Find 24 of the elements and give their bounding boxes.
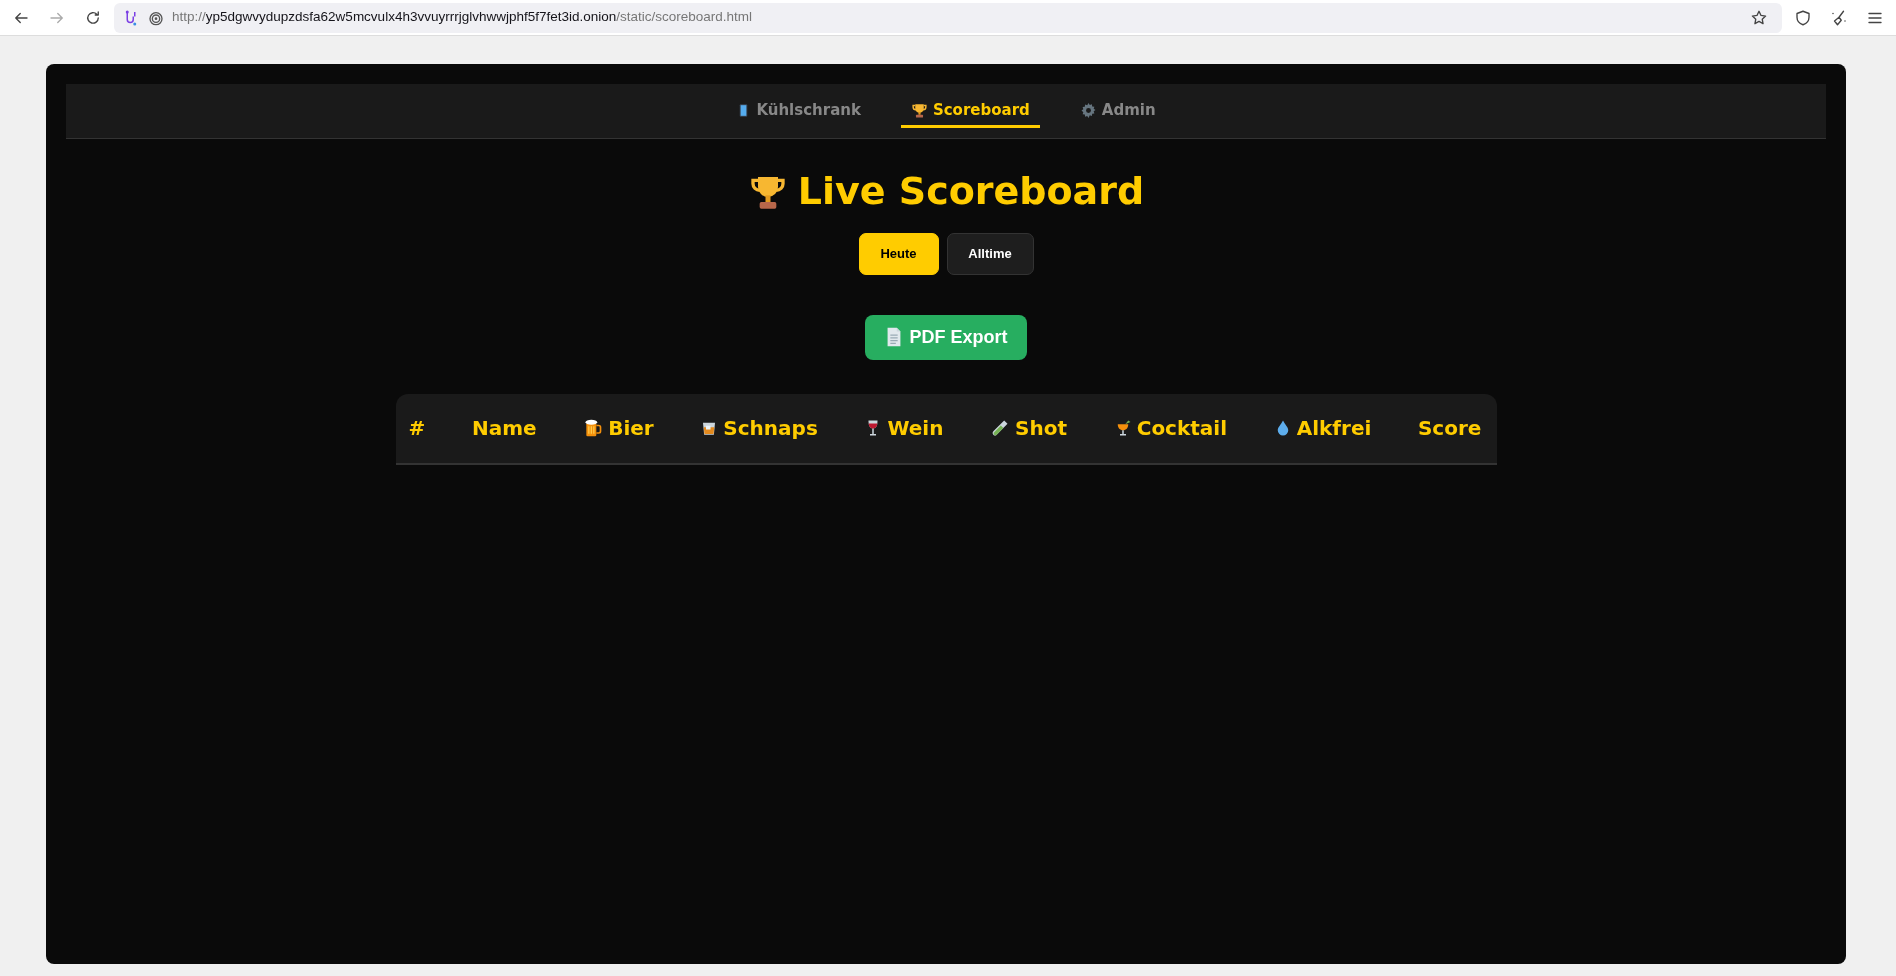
gear-icon: [1079, 101, 1097, 119]
nav-tab[interactable]: Scoreboard: [900, 95, 1040, 128]
column-header: #: [408, 415, 426, 443]
broom-icon: [1830, 8, 1848, 27]
column-header: Score: [1417, 415, 1482, 443]
reload-icon: [84, 8, 102, 27]
column-header: Shot: [1015, 415, 1068, 443]
onion-icon: [148, 9, 164, 26]
nav-tab[interactable]: Kühlschrank: [726, 95, 871, 128]
period-button[interactable]: Heute: [858, 232, 939, 275]
column-header: Name: [471, 415, 537, 443]
url-text: http://yp5dgwvydupzdsfa62w5mcvulx4h3vvuyrrrjglvhwwjphf5f7fet3id.onion/static/scoreboard.html: [172, 8, 753, 27]
column-header: Cocktail: [1136, 415, 1228, 443]
shield-icon: [1794, 8, 1812, 27]
column-header: Schnaps: [723, 415, 818, 443]
column-header: Alkfrei: [1296, 415, 1372, 443]
address-bar[interactable]: http://yp5dgwvydupzdsfa62w5mcvulx4h3vvuyrrrjglvhwwjphf5f7fet3id.onion/static/scoreboard.html: [114, 2, 1782, 33]
column-header: Wein: [887, 415, 944, 443]
page-title: Live Scoreboard: [797, 169, 1145, 215]
star-icon: [1750, 8, 1768, 27]
column-header: Bier: [608, 415, 654, 443]
period-button[interactable]: Alltime: [946, 232, 1034, 275]
nav-tab[interactable]: Admin: [1069, 95, 1166, 128]
trophy-icon: [910, 101, 928, 119]
